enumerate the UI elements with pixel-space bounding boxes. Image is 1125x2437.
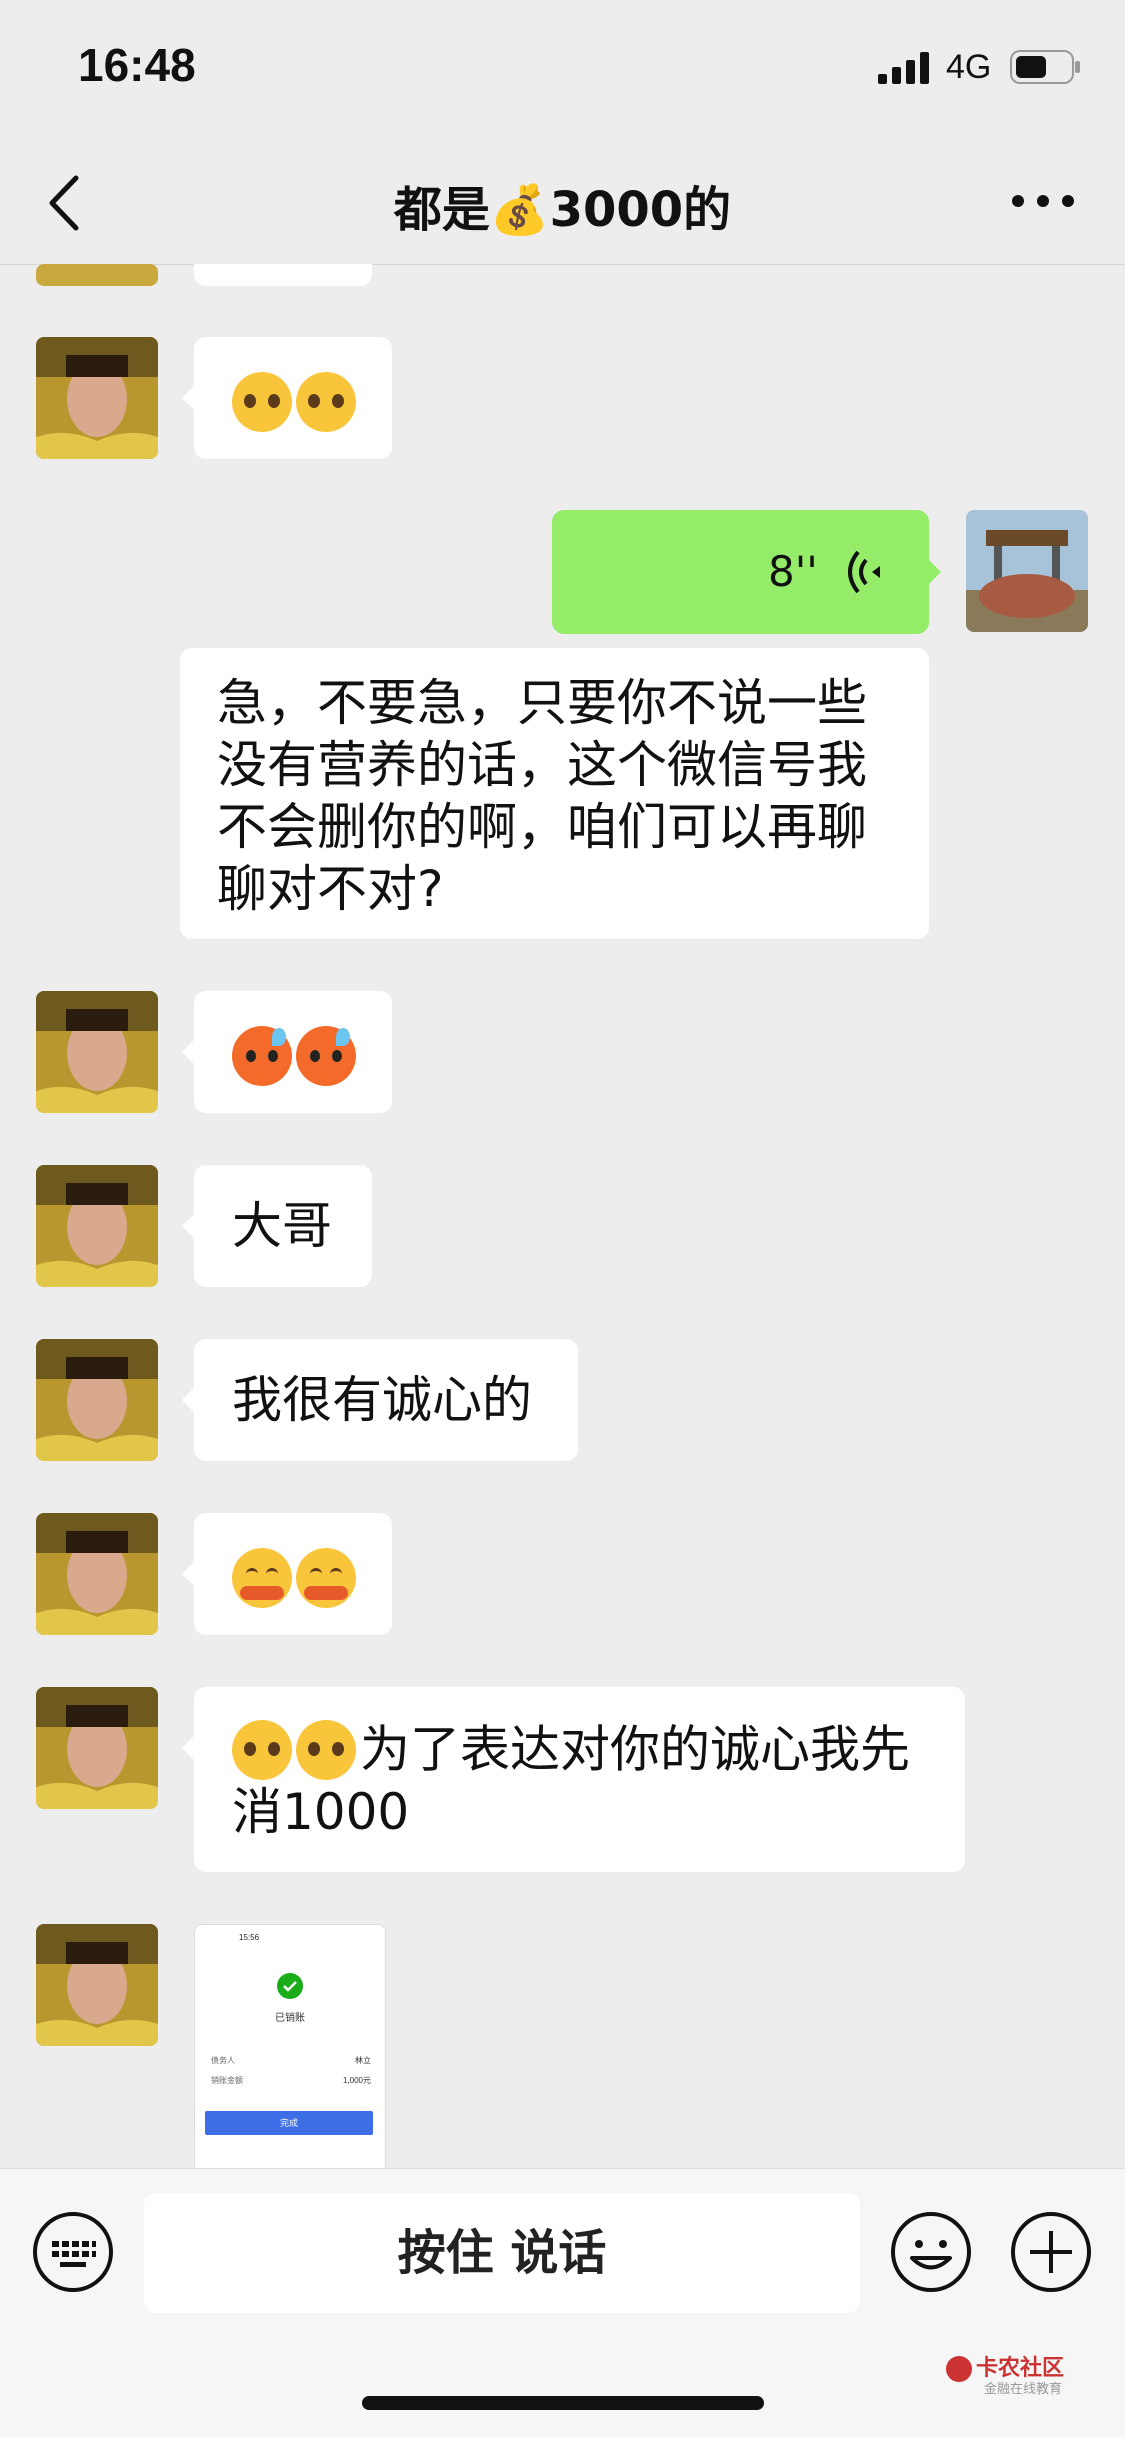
avatar-image bbox=[36, 1687, 158, 1809]
voice-transcript: 急，不要急，只要你不说一些 没有营养的话，这个微信号我 不会删你的啊，咱们可以再… bbox=[180, 648, 929, 939]
receipt-row-label: 销账金额 bbox=[211, 2076, 243, 2085]
message-text: 为了表达对你的诚心我先 bbox=[360, 1720, 910, 1779]
receipt-row-value: 1,000元 bbox=[342, 2076, 371, 2085]
bubble-tail bbox=[182, 1562, 194, 1586]
voice-duration: 8'' bbox=[768, 547, 818, 596]
avatar-image bbox=[36, 1165, 158, 1287]
message-bubble: 我很有诚心的 bbox=[182, 1339, 578, 1461]
avatar-image bbox=[36, 991, 158, 1113]
bubble-tail bbox=[182, 1214, 194, 1238]
home-indicator[interactable] bbox=[362, 2396, 764, 2410]
bubble-tail bbox=[182, 1388, 194, 1412]
pleading-face-emoji bbox=[232, 371, 292, 432]
chat-title: 都是💰3000的 bbox=[393, 182, 732, 238]
hugging-face-emoji bbox=[232, 1547, 292, 1608]
message-text: 消1000 bbox=[232, 1782, 410, 1841]
battery-icon bbox=[1010, 50, 1080, 84]
image-message[interactable]: 15:56 已销账 债务人 林立 销账金额 1,000元 完成 bbox=[194, 1924, 386, 2170]
anxious-sweat-emoji bbox=[232, 1025, 292, 1086]
avatar[interactable] bbox=[36, 337, 158, 459]
message-bubble bbox=[182, 991, 392, 1113]
receipt-row-value: 林立 bbox=[355, 2056, 371, 2065]
message-bubble bbox=[182, 1513, 392, 1635]
receipt-time: 15:56 bbox=[239, 1933, 260, 1942]
chat-header: 都是💰3000的 bbox=[0, 140, 1125, 265]
message-bubble bbox=[194, 264, 372, 286]
pleading-face-emoji bbox=[232, 1719, 292, 1780]
plus-icon[interactable] bbox=[1010, 2211, 1092, 2293]
network-type: 4G bbox=[946, 48, 992, 86]
pleading-face-emoji bbox=[296, 371, 356, 432]
voice-message[interactable]: 8'' bbox=[552, 510, 941, 634]
message-bubble: 为了表达对你的诚心我先 消1000 bbox=[182, 1687, 965, 1872]
transcript-line: 没有营养的话，这个微信号我 bbox=[217, 736, 867, 794]
avatar[interactable] bbox=[36, 264, 158, 286]
bubble-tail bbox=[929, 560, 941, 584]
avatar[interactable] bbox=[36, 1339, 158, 1461]
avatar-image bbox=[36, 1924, 158, 2046]
emoji-icon[interactable] bbox=[890, 2211, 972, 2293]
avatar[interactable] bbox=[36, 1687, 158, 1809]
my-avatar[interactable] bbox=[966, 510, 1088, 632]
avatar[interactable] bbox=[36, 1924, 158, 2046]
transcript-line: 急，不要急，只要你不说一些 bbox=[217, 674, 867, 732]
voice-wave-icon bbox=[848, 550, 880, 594]
avatar[interactable] bbox=[36, 991, 158, 1113]
status-bar: 16:48 4G bbox=[0, 0, 1125, 140]
pleading-face-emoji bbox=[296, 1719, 356, 1780]
transcript-line: 聊对不对? bbox=[217, 860, 444, 918]
avatar-image bbox=[36, 1339, 158, 1461]
signal-icon bbox=[878, 52, 929, 84]
message-bubble bbox=[182, 337, 392, 459]
receipt-row-label: 债务人 bbox=[211, 2056, 235, 2065]
watermark-subtext: 金融在线教育 bbox=[984, 2382, 1063, 2397]
more-icon[interactable] bbox=[1008, 176, 1078, 226]
bubble-tail bbox=[182, 386, 194, 410]
avatar-image bbox=[36, 337, 158, 459]
message-text: 我很有诚心的 bbox=[232, 1371, 532, 1429]
avatar-image bbox=[36, 1513, 158, 1635]
hold-to-talk-button[interactable]: 按住 说话 bbox=[144, 2193, 860, 2313]
bubble-tail bbox=[182, 1736, 194, 1760]
transcript-line: 不会删你的啊，咱们可以再聊 bbox=[217, 798, 867, 856]
anxious-sweat-emoji bbox=[296, 1025, 356, 1086]
avatar-image bbox=[966, 510, 1088, 632]
avatar[interactable] bbox=[36, 1513, 158, 1635]
receipt-done-button: 完成 bbox=[205, 2111, 373, 2135]
avatar[interactable] bbox=[36, 1165, 158, 1287]
receipt-status: 已销账 bbox=[275, 2013, 305, 2024]
bubble-tail bbox=[182, 1040, 194, 1064]
hugging-face-emoji bbox=[296, 1547, 356, 1608]
keyboard-icon[interactable] bbox=[32, 2211, 114, 2293]
message-text: 大哥 bbox=[232, 1197, 332, 1255]
status-time: 16:48 bbox=[78, 39, 196, 91]
message-bubble: 大哥 bbox=[182, 1165, 372, 1287]
check-circle-icon bbox=[277, 1973, 303, 1999]
